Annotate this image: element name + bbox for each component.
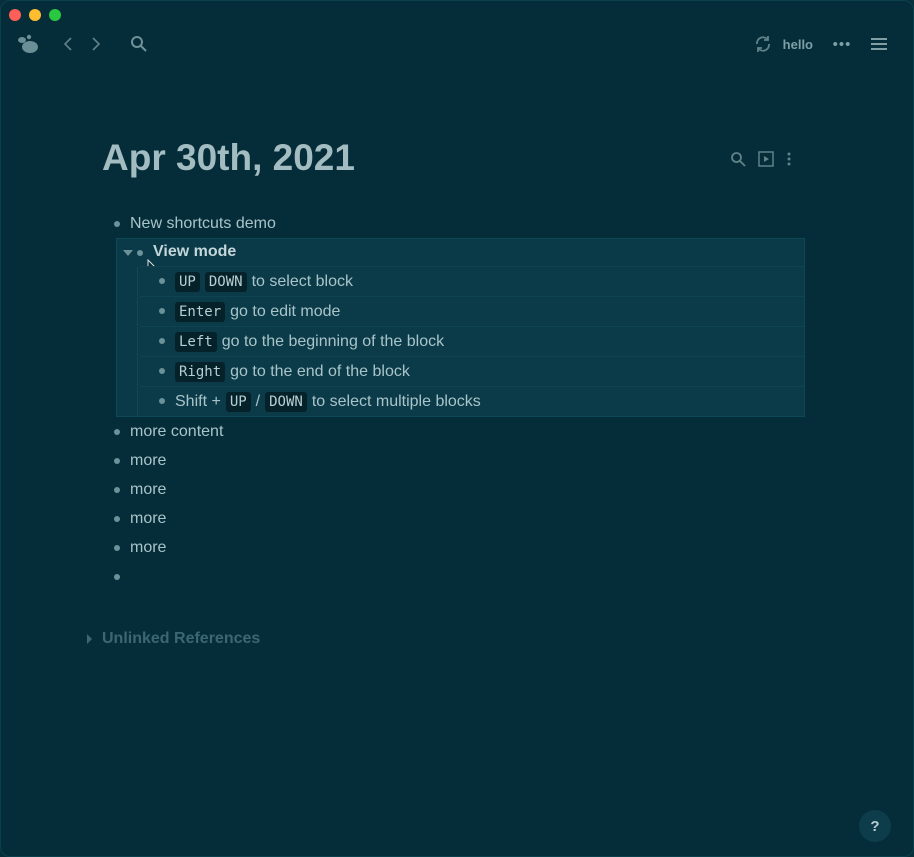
key-label: Left (175, 332, 217, 352)
block[interactable]: more (106, 475, 806, 504)
unlinked-references-toggle[interactable]: Unlinked References (87, 630, 260, 648)
block-bullet[interactable] (114, 487, 120, 493)
window-controls (9, 9, 61, 21)
shortcut-description: to select multiple blocks (311, 393, 481, 410)
indent-guide (137, 267, 138, 296)
block-bullet[interactable] (159, 308, 165, 314)
more-options-icon[interactable]: ••• (831, 29, 853, 59)
block-bullet[interactable] (159, 368, 165, 374)
maximize-window-button[interactable] (49, 9, 61, 21)
close-window-button[interactable] (9, 9, 21, 21)
selected-block[interactable]: View mode UP DOWN to select block Enter … (116, 238, 805, 417)
block-content[interactable]: more (130, 539, 166, 557)
block-content[interactable]: more content (130, 423, 223, 441)
block[interactable]: more content (106, 417, 806, 446)
child-block[interactable]: Shift + UP / DOWN to select multiple blo… (137, 386, 804, 416)
block-content[interactable]: Left go to the beginning of the block (175, 332, 444, 352)
shortcut-description: to select block (251, 273, 353, 290)
child-block[interactable]: UP DOWN to select block (137, 266, 804, 296)
block-content[interactable]: New shortcuts demo (130, 215, 276, 233)
logseq-logo-icon[interactable] (15, 29, 41, 59)
key-label: UP (225, 392, 251, 412)
indent-guide (137, 297, 138, 326)
block-bullet[interactable] (159, 398, 165, 404)
presentation-icon[interactable] (758, 151, 774, 172)
block-content[interactable]: more (130, 510, 166, 528)
page-title[interactable]: Apr 30th, 2021 (102, 137, 355, 179)
block[interactable]: more (106, 533, 806, 562)
empty-block[interactable] (106, 562, 806, 591)
indent-guide (137, 387, 138, 416)
block-bullet[interactable] (114, 458, 120, 464)
key-label: Enter (175, 302, 226, 322)
minimize-window-button[interactable] (29, 9, 41, 21)
block-bullet[interactable] (114, 221, 120, 227)
expand-arrow-icon[interactable] (87, 634, 92, 644)
block[interactable]: more (106, 446, 806, 475)
page-actions (730, 151, 792, 172)
forward-arrow-icon[interactable] (87, 29, 105, 59)
shortcut-description: go to edit mode (230, 303, 341, 320)
block-content[interactable]: Right go to the end of the block (175, 362, 410, 382)
block-content[interactable]: UP DOWN to select block (175, 272, 353, 292)
block-bullet[interactable] (114, 574, 120, 580)
block-bullet[interactable] (137, 250, 143, 256)
hamburger-menu-icon[interactable] (869, 29, 889, 59)
block-bullet[interactable] (114, 429, 120, 435)
indent-guide (137, 327, 138, 356)
block-content[interactable]: Shift + UP / DOWN to select multiple blo… (175, 392, 481, 412)
key-label: Right (175, 362, 226, 382)
repo-name[interactable]: hello (783, 29, 813, 59)
child-block[interactable]: Enter go to edit mode (137, 296, 804, 326)
modifier-text: Shift + (175, 393, 221, 410)
sync-icon[interactable] (753, 29, 773, 59)
block-content[interactable]: more (130, 452, 166, 470)
block-content[interactable]: Enter go to edit mode (175, 302, 340, 322)
page-more-icon[interactable] (786, 151, 792, 172)
indent-guide (137, 357, 138, 386)
collapse-arrow-icon[interactable] (123, 250, 133, 256)
block-bullet[interactable] (114, 516, 120, 522)
key-label: DOWN (265, 392, 307, 412)
block-bullet[interactable] (114, 545, 120, 551)
child-block[interactable]: Left go to the beginning of the block (137, 326, 804, 356)
block-list: New shortcuts demo View mode UP DOWN to … (106, 209, 806, 591)
child-block[interactable]: Right go to the end of the block (137, 356, 804, 386)
key-label: DOWN (204, 272, 247, 292)
block-header[interactable]: View mode (117, 239, 804, 277)
block-content[interactable]: more (130, 481, 166, 499)
block-content[interactable]: View mode (153, 243, 236, 261)
back-arrow-icon[interactable] (59, 29, 77, 59)
block[interactable]: New shortcuts demo (106, 209, 806, 238)
block-bullet[interactable] (159, 278, 165, 284)
shortcut-description: go to the end of the block (230, 363, 410, 380)
unlinked-references-label[interactable]: Unlinked References (102, 630, 260, 648)
key-separator: / (255, 393, 261, 410)
toolbar: hello ••• (1, 29, 913, 59)
search-icon[interactable] (129, 29, 149, 59)
shortcut-description: go to the beginning of the block (221, 333, 445, 350)
app-window: hello ••• Apr 30th, 2021 New shortcuts d… (0, 0, 914, 857)
block-bullet[interactable] (159, 338, 165, 344)
page-search-icon[interactable] (730, 151, 746, 172)
help-button[interactable]: ? (859, 810, 891, 842)
block[interactable]: more (106, 504, 806, 533)
key-label: UP (175, 272, 200, 292)
